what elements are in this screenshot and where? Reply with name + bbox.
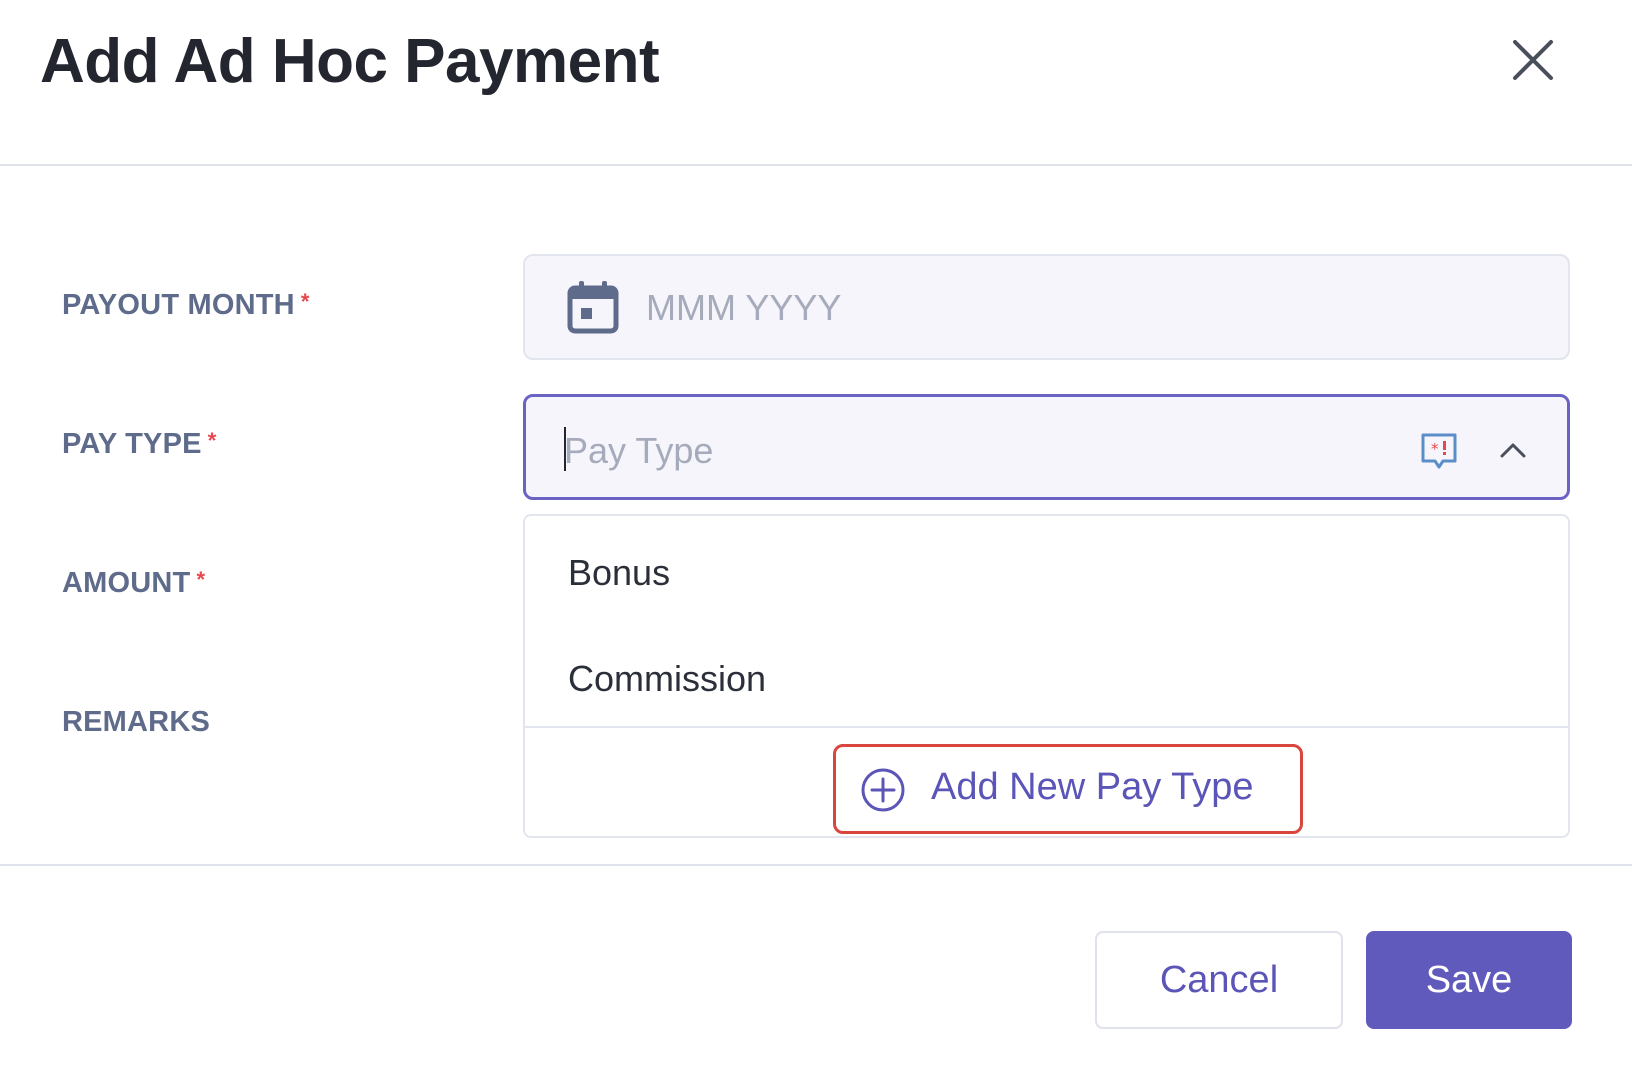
required-mark: * bbox=[196, 567, 206, 592]
payout-month-placeholder: MMM YYYY bbox=[646, 287, 842, 328]
cancel-button[interactable]: Cancel bbox=[1095, 931, 1343, 1029]
add-new-pay-type-button[interactable]: Add New Pay Type bbox=[833, 744, 1303, 834]
pay-type-option-bonus[interactable]: Bonus bbox=[568, 552, 670, 594]
footer-divider bbox=[0, 864, 1632, 866]
dialog-header: Add Ad Hoc Payment bbox=[0, 0, 1632, 166]
pay-type-select[interactable]: Pay Type * bbox=[523, 394, 1570, 500]
required-mark: * bbox=[207, 428, 217, 453]
pay-type-placeholder: Pay Type bbox=[564, 430, 714, 471]
remarks-label: REMARKS bbox=[62, 706, 211, 738]
close-button[interactable] bbox=[1505, 32, 1561, 88]
pay-type-option-commission[interactable]: Commission bbox=[568, 658, 766, 700]
payout-month-field[interactable]: MMM YYYY bbox=[523, 254, 1570, 360]
pay-type-label: PAY TYPE * bbox=[62, 428, 216, 461]
dropdown-divider bbox=[525, 726, 1568, 728]
chevron-up-icon[interactable] bbox=[1496, 433, 1530, 467]
payout-month-label: PAYOUT MONTH * bbox=[62, 289, 310, 322]
calendar-icon bbox=[567, 281, 619, 334]
dialog-title: Add Ad Hoc Payment bbox=[40, 27, 660, 96]
amount-label-text: AMOUNT bbox=[62, 567, 191, 599]
payout-month-label-text: PAYOUT MONTH bbox=[62, 289, 295, 321]
required-mark: * bbox=[300, 289, 310, 314]
save-button[interactable]: Save bbox=[1366, 931, 1572, 1029]
close-icon bbox=[1513, 40, 1553, 80]
required-badge-icon: * bbox=[1421, 433, 1457, 469]
pay-type-label-text: PAY TYPE bbox=[62, 428, 202, 460]
svg-text:*: * bbox=[1431, 440, 1439, 458]
amount-label: AMOUNT * bbox=[62, 567, 205, 600]
pay-type-dropdown: Bonus Commission Add New Pay Type bbox=[523, 514, 1570, 838]
plus-circle-icon bbox=[861, 768, 905, 812]
add-new-pay-type-label: Add New Pay Type bbox=[931, 766, 1254, 808]
